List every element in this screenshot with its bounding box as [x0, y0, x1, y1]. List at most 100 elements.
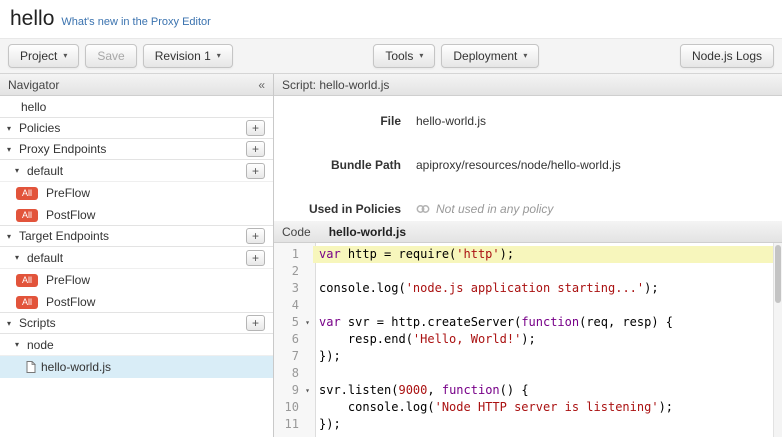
nav-item-default[interactable]: ▾default+ [0, 247, 273, 269]
code-text[interactable]: console.log('Node HTTP server is listeni… [313, 399, 782, 416]
nav-item-node[interactable]: ▾node [0, 334, 273, 356]
disclosure-triangle-icon[interactable]: ▾ [15, 340, 27, 349]
disclosure-triangle-icon[interactable]: ▾ [7, 124, 19, 133]
code-line[interactable]: 9▾svr.listen(9000, function() { [274, 382, 782, 399]
nav-item-proxy-endpoints[interactable]: ▾Proxy Endpoints + [0, 138, 273, 160]
code-line[interactable]: 2 [274, 263, 782, 280]
code-token: svr = http.createServer( [341, 315, 522, 329]
field-label: Used in Policies [274, 202, 416, 216]
nav-item-target-endpoints[interactable]: ▾Target Endpoints+ [0, 225, 273, 247]
nav-item-label: node [27, 338, 54, 352]
code-text[interactable]: svr.listen(9000, function() { [313, 382, 782, 399]
code-token: http = require( [341, 247, 457, 261]
code-filename-tab[interactable]: hello-world.js [329, 225, 406, 239]
flow-condition-badge: All [16, 209, 38, 222]
code-line[interactable]: 6 resp.end('Hello, World!'); [274, 331, 782, 348]
nav-item-label: default [27, 164, 63, 178]
nav-item-label: Proxy Endpoints [19, 142, 106, 156]
add-button[interactable]: + [246, 163, 265, 179]
code-token: }); [319, 349, 341, 363]
code-text[interactable]: var http = require('http'); [313, 246, 782, 263]
field-label: Bundle Path [274, 158, 416, 172]
fold-gutter [302, 280, 313, 297]
nav-item-preflow[interactable]: AllPreFlow [0, 182, 273, 204]
fold-arrow-icon[interactable]: ▾ [302, 314, 313, 331]
code-text[interactable]: var svr = http.createServer(function(req… [313, 314, 782, 331]
whats-new-link[interactable]: What's new in the Proxy Editor [61, 16, 210, 28]
fold-gutter [302, 331, 313, 348]
code-editor[interactable]: 1var http = require('http');23console.lo… [274, 243, 782, 437]
nav-item-default[interactable]: ▾default + [0, 160, 273, 182]
code-text[interactable]: console.log('node.js application startin… [313, 280, 782, 297]
nodejs-logs-button[interactable]: Node.js Logs [680, 44, 774, 68]
save-button-label: Save [97, 49, 124, 63]
nav-item-label: PostFlow [46, 295, 95, 309]
scrollbar-thumb[interactable] [775, 245, 781, 303]
code-lines: 1var http = require('http');23console.lo… [274, 246, 782, 433]
code-line[interactable]: 10 console.log('Node HTTP server is list… [274, 399, 782, 416]
nav-item-preflow[interactable]: AllPreFlow [0, 269, 273, 291]
chevron-down-icon: ▾ [63, 52, 67, 60]
add-button[interactable]: + [246, 228, 265, 244]
revision-button[interactable]: Revision 1 ▾ [143, 44, 233, 68]
code-token: ); [500, 247, 514, 261]
code-token: ); [659, 400, 673, 414]
save-button[interactable]: Save [85, 44, 136, 68]
add-button[interactable]: + [246, 250, 265, 266]
code-token: svr.listen( [319, 383, 398, 397]
code-line[interactable]: 1var http = require('http'); [274, 246, 782, 263]
code-line[interactable]: 5▾var svr = http.createServer(function(r… [274, 314, 782, 331]
code-token: ); [521, 332, 535, 346]
editor-scrollbar[interactable] [773, 243, 782, 437]
script-header: Script: hello-world.js [274, 74, 782, 96]
broken-link-icon [416, 203, 430, 215]
code-token: var [319, 315, 341, 329]
code-text[interactable] [313, 365, 782, 382]
field-value-text: Not used in any policy [436, 202, 553, 216]
nav-item-label: hello-world.js [41, 360, 111, 374]
navigator-title: Navigator [8, 78, 59, 92]
add-button[interactable]: + [246, 315, 265, 331]
script-header-title: Script: hello-world.js [282, 78, 389, 92]
code-text[interactable]: resp.end('Hello, World!'); [313, 331, 782, 348]
fold-arrow-icon[interactable]: ▾ [302, 382, 313, 399]
disclosure-triangle-icon[interactable]: ▾ [15, 166, 27, 175]
line-number: 11 [274, 416, 302, 433]
nav-item-postflow[interactable]: All PostFlow [0, 204, 273, 226]
disclosure-triangle-icon[interactable]: ▾ [7, 145, 19, 154]
code-text[interactable] [313, 263, 782, 280]
nav-item-postflow[interactable]: AllPostFlow [0, 291, 273, 313]
fold-gutter [302, 348, 313, 365]
add-button[interactable]: + [246, 120, 265, 136]
nav-item-hello-world-js[interactable]: hello-world.js [0, 356, 273, 378]
code-line[interactable]: 7}); [274, 348, 782, 365]
code-line[interactable]: 4 [274, 297, 782, 314]
project-button[interactable]: Project ▾ [8, 44, 79, 68]
tools-button[interactable]: Tools ▾ [373, 44, 435, 68]
nav-item-scripts[interactable]: ▾Scripts+ [0, 312, 273, 334]
nav-item-hello[interactable]: hello [0, 96, 273, 118]
disclosure-triangle-icon[interactable]: ▾ [15, 253, 27, 262]
page-title: hello [10, 7, 54, 30]
nav-item-label: PostFlow [46, 208, 95, 222]
detail-fields: Filehello-world.jsBundle Pathapiproxy/re… [274, 96, 782, 221]
collapse-navigator-button[interactable]: « [258, 78, 265, 92]
code-text[interactable] [313, 297, 782, 314]
line-number: 10 [274, 399, 302, 416]
code-text[interactable]: }); [313, 348, 782, 365]
navigator-header: Navigator « [0, 74, 273, 96]
nav-item-policies[interactable]: ▾Policies+ [0, 117, 273, 139]
file-icon [26, 361, 36, 373]
detail-row: Bundle Pathapiproxy/resources/node/hello… [274, 156, 782, 174]
code-line[interactable]: 8 [274, 365, 782, 382]
field-value: hello-world.js [416, 114, 486, 128]
code-token: }); [319, 417, 341, 431]
code-text[interactable]: }); [313, 416, 782, 433]
add-button[interactable]: + [246, 141, 265, 157]
disclosure-triangle-icon[interactable]: ▾ [7, 232, 19, 241]
code-line[interactable]: 3console.log('node.js application starti… [274, 280, 782, 297]
code-line[interactable]: 11}); [274, 416, 782, 433]
deployment-button[interactable]: Deployment ▾ [441, 44, 539, 68]
flow-condition-badge: All [16, 274, 38, 287]
disclosure-triangle-icon[interactable]: ▾ [7, 319, 19, 328]
